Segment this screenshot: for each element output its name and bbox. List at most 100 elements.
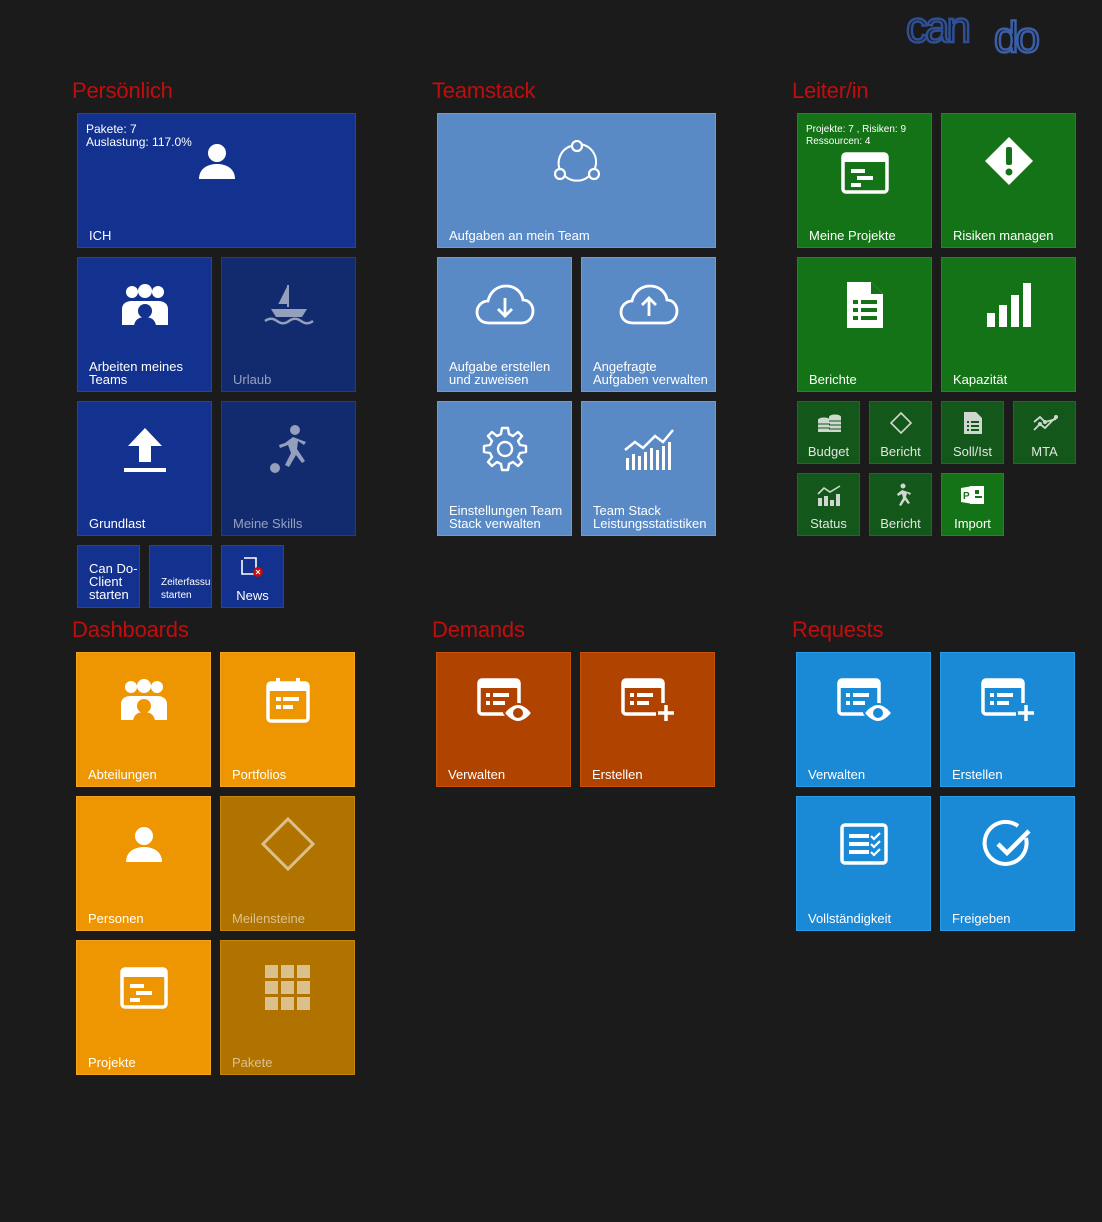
tile-assign-team[interactable]: Aufgaben an mein Team <box>437 113 716 248</box>
soccer-player-icon <box>222 402 355 495</box>
tile-time-tracking[interactable]: Zeiterfassu starten <box>149 545 212 608</box>
tile-import-label: Import <box>954 516 991 531</box>
calendar-icon <box>221 653 354 746</box>
tile-skills[interactable]: Meine Skills <box>221 401 356 536</box>
coins-icon <box>798 404 859 441</box>
section-title-demands: Demands <box>432 617 525 642</box>
tile-persons[interactable]: Personen <box>76 796 211 931</box>
tile-milestones[interactable]: Meilensteine <box>220 796 355 931</box>
tile-assign-team-label: Aufgaben an mein Team <box>449 228 590 243</box>
statistics-icon <box>582 402 715 495</box>
tile-budget-label: Budget <box>807 444 850 459</box>
runner-icon <box>870 476 931 513</box>
section-title-requests: Requests <box>792 617 884 642</box>
section-title-teamstack: Teamstack <box>432 78 536 103</box>
tile-capacity[interactable]: Kapazität <box>941 257 1076 392</box>
trend-lines-icon <box>1014 404 1075 441</box>
tile-team-work-label: Arbeiten meines Teams <box>89 359 183 387</box>
tile-reports-label: Berichte <box>809 372 857 387</box>
tile-reports[interactable]: Berichte <box>797 257 932 392</box>
tile-milestones-label: Meilensteine <box>232 911 305 926</box>
svg-text:do: do <box>994 13 1038 58</box>
tile-team-work[interactable]: Arbeiten meines Teams <box>77 257 212 392</box>
tile-news[interactable]: News <box>221 545 284 608</box>
tile-departments-label: Abteilungen <box>88 767 157 782</box>
tile-target-actual[interactable]: Soll/Ist <box>941 401 1004 464</box>
news-icon <box>222 548 283 585</box>
tile-teamstack-settings-label: Einstellungen Team Stack verwalten <box>449 503 563 531</box>
tile-client-start-label: Can Do- Client starten <box>89 561 138 602</box>
group-icon <box>77 653 210 746</box>
tile-me[interactable]: Pakete: 7 Auslastung: 117.0% ICH <box>77 113 356 248</box>
tile-client-start[interactable]: Can Do- Client starten <box>77 545 140 608</box>
tile-risks[interactable]: Risiken managen <box>941 113 1076 248</box>
tile-completeness[interactable]: Vollständigkeit <box>796 796 931 931</box>
check-circle-icon <box>941 797 1074 890</box>
list-document-icon <box>942 404 1003 441</box>
status-chart-icon <box>798 476 859 513</box>
tile-report-runner[interactable]: Bericht <box>869 473 932 536</box>
user-icon <box>77 797 210 890</box>
section-title-leader: Leiter/in <box>792 78 869 103</box>
tile-packages-label: Pakete <box>232 1055 273 1070</box>
tile-requested-tasks[interactable]: Angefragte Aufgaben verwalten <box>581 257 716 392</box>
tile-requests-manage-label: Verwalten <box>808 767 866 782</box>
tile-requests-manage[interactable]: Verwalten <box>796 652 931 787</box>
tile-departments[interactable]: Abteilungen <box>76 652 211 787</box>
group-icon <box>78 258 211 351</box>
upload-arrow-icon <box>78 402 211 495</box>
gear-icon <box>438 402 571 495</box>
tile-my-projects[interactable]: Projekte: 7 , Risiken: 9 Ressourcen: 4 M… <box>797 113 932 248</box>
cando-logo: can do <box>905 2 1086 64</box>
tile-requested-tasks-label: Angefragte Aufgaben verwalten <box>593 359 708 387</box>
tile-me-label: ICH <box>89 228 112 243</box>
diamond-icon <box>221 797 354 890</box>
sailboat-icon <box>222 258 355 351</box>
tile-create-assign[interactable]: Aufgabe erstellen und zuweisen <box>437 257 572 392</box>
report-document-icon <box>798 258 931 351</box>
tile-my-projects-label: Meine Projekte <box>809 228 896 243</box>
tile-demands-manage[interactable]: Verwalten <box>436 652 571 787</box>
tile-completeness-label: Vollständigkeit <box>808 911 892 926</box>
tile-report-milestone-label: Bericht <box>880 444 921 459</box>
tile-import[interactable]: P Import <box>941 473 1004 536</box>
tile-create-assign-label: Aufgabe erstellen und zuweisen <box>449 359 551 387</box>
list-view-icon <box>437 653 570 746</box>
tile-approve[interactable]: Freigeben <box>940 796 1075 931</box>
tile-demands-create-label: Erstellen <box>592 767 643 782</box>
section-title-personal: Persönlich <box>72 78 173 103</box>
svg-text:P: P <box>963 491 970 502</box>
tile-status-label: Status <box>810 516 847 531</box>
tile-portfolios[interactable]: Portfolios <box>220 652 355 787</box>
tile-packages[interactable]: Pakete <box>220 940 355 1075</box>
tile-projects[interactable]: Projekte <box>76 940 211 1075</box>
tile-risks-label: Risiken managen <box>953 228 1054 243</box>
section-title-dashboards: Dashboards <box>72 617 189 642</box>
tile-budget[interactable]: Budget <box>797 401 860 464</box>
tile-time-tracking-label: Zeiterfassu starten <box>161 577 211 601</box>
tile-report-milestone[interactable]: Bericht <box>869 401 932 464</box>
tile-portfolios-label: Portfolios <box>232 767 287 782</box>
tile-status[interactable]: Status <box>797 473 860 536</box>
cloud-download-icon <box>438 258 571 351</box>
project-card-icon <box>77 941 210 1034</box>
tile-vacation-label: Urlaub <box>233 372 272 387</box>
project-import-icon: P <box>942 476 1003 513</box>
list-add-icon <box>581 653 714 746</box>
tile-baseload-label: Grundlast <box>89 516 146 531</box>
tile-news-label: News <box>236 588 269 603</box>
network-icon <box>438 114 715 207</box>
tile-vacation[interactable]: Urlaub <box>221 257 356 392</box>
project-card-icon <box>798 138 931 207</box>
tile-requests-create[interactable]: Erstellen <box>940 652 1075 787</box>
warning-diamond-icon <box>942 114 1075 207</box>
tile-baseload[interactable]: Grundlast <box>77 401 212 536</box>
cloud-upload-icon <box>582 258 715 351</box>
tile-teamstack-settings[interactable]: Einstellungen Team Stack verwalten <box>437 401 572 536</box>
tile-teamstack-statistics[interactable]: Team Stack Leistungsstatistiken <box>581 401 716 536</box>
tile-demands-create[interactable]: Erstellen <box>580 652 715 787</box>
tile-mta[interactable]: MTA <box>1013 401 1076 464</box>
tile-capacity-label: Kapazität <box>953 372 1008 387</box>
checklist-icon <box>797 797 930 890</box>
tile-teamstack-statistics-label: Team Stack Leistungsstatistiken <box>593 503 707 531</box>
